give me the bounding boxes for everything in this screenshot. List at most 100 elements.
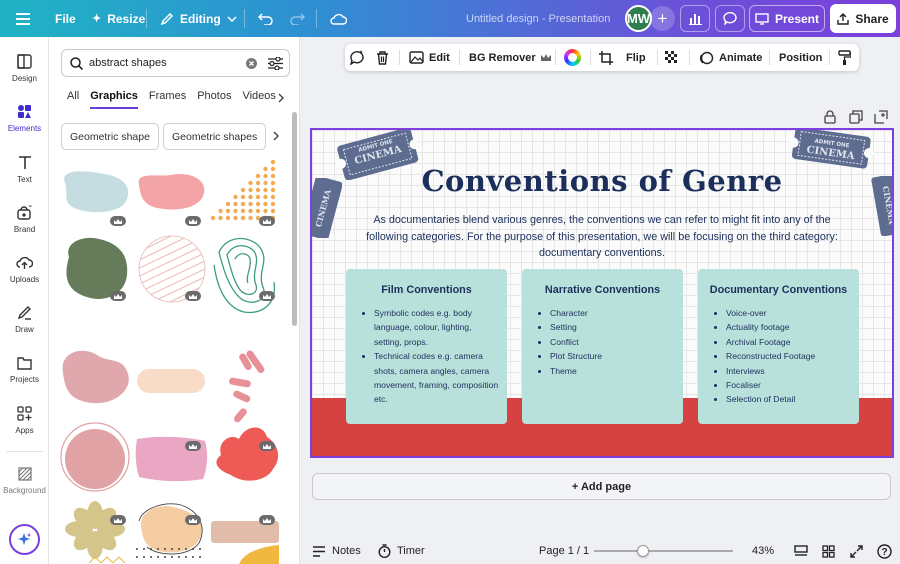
design-icon — [17, 54, 32, 69]
flip-button[interactable]: Flip — [626, 44, 646, 71]
graphic-peach-rounded[interactable] — [137, 369, 205, 393]
graphic-pink-strokes[interactable] — [228, 349, 265, 424]
edit-label: Edit — [429, 51, 450, 64]
premium-crown-icon — [259, 216, 275, 226]
duplicate-page-icon[interactable] — [849, 110, 863, 124]
tab-videos[interactable]: Videos — [242, 90, 275, 109]
present-label: Present — [774, 11, 820, 26]
insights-button[interactable] — [680, 5, 710, 32]
zoom-value[interactable]: 43% — [752, 538, 774, 564]
avatar[interactable]: MW — [625, 5, 652, 32]
color-button[interactable] — [564, 44, 581, 71]
present-icon — [755, 12, 769, 25]
add-page-icon[interactable] — [874, 110, 888, 124]
text-icon — [18, 156, 31, 169]
search-icon — [70, 56, 83, 70]
search-input[interactable]: abstract shapes — [89, 57, 167, 69]
chip-geometric-shapes[interactable]: Geometric shapes — [163, 123, 267, 150]
rail-brand[interactable]: Brand — [0, 205, 49, 234]
bg-remover-button[interactable]: BG Remover — [469, 44, 551, 71]
undo-button[interactable] — [258, 0, 273, 37]
rail-apps[interactable]: Apps — [0, 406, 49, 435]
notes-icon — [313, 545, 325, 557]
graphic-green-blob[interactable] — [66, 237, 128, 299]
crop-button[interactable] — [599, 44, 613, 71]
invite-button[interactable]: + — [650, 6, 675, 31]
graphic-pink-blob[interactable] — [138, 173, 205, 210]
document-title[interactable]: Untitled design - Presentation — [466, 0, 610, 37]
pencil-icon — [160, 12, 174, 25]
color-wheel-icon — [564, 49, 581, 66]
clear-icon[interactable] — [246, 57, 257, 69]
checkerboard-icon — [665, 51, 677, 63]
zoom-slider-handle[interactable] — [636, 545, 649, 557]
rail-text[interactable]: Text — [0, 155, 49, 184]
zoom-slider[interactable] — [594, 550, 733, 552]
slide-view-button[interactable] — [794, 538, 808, 564]
tab-graphics[interactable]: Graphics — [90, 90, 138, 109]
graphic-outlined-circle[interactable] — [60, 422, 130, 492]
share-label: Share — [855, 11, 889, 26]
tab-frames[interactable]: Frames — [149, 90, 186, 109]
cloud-save-status[interactable] — [330, 0, 347, 37]
editing-mode-button[interactable]: Editing — [160, 0, 237, 37]
graphic-striped-circle[interactable] — [129, 223, 209, 321]
draw-icon — [17, 306, 31, 320]
lock-icon[interactable] — [824, 110, 836, 124]
paint-roller-icon — [838, 50, 851, 65]
graphic-red-blob[interactable] — [216, 427, 279, 481]
menu-button[interactable] — [16, 0, 30, 37]
panel-scrollbar[interactable] — [292, 112, 297, 326]
chip-geometric-shape[interactable]: Geometric shape — [61, 123, 159, 150]
rail-draw-label: Draw — [15, 325, 34, 334]
rail-design-label: Design — [12, 74, 37, 83]
rail-uploads[interactable]: Uploads — [0, 255, 49, 284]
tab-photos[interactable]: Photos — [197, 90, 231, 109]
slide-selection-outline — [310, 128, 894, 458]
bg-remover-label: BG Remover — [469, 51, 536, 64]
help-button[interactable]: ? — [877, 538, 892, 564]
graphic-rose-blob[interactable] — [62, 350, 129, 404]
premium-crown-icon — [110, 216, 126, 226]
rail-design[interactable]: Design — [0, 54, 49, 83]
chips-next-icon[interactable] — [273, 131, 280, 141]
rail-projects[interactable]: Projects — [0, 356, 49, 384]
file-menu[interactable]: File — [55, 0, 76, 37]
tab-all[interactable]: All — [67, 90, 79, 109]
animate-label: Animate — [719, 51, 763, 64]
premium-crown-icon — [185, 216, 201, 226]
chevron-down-icon — [227, 15, 237, 22]
add-page-button[interactable]: + Add page — [312, 473, 891, 500]
edit-image-button[interactable]: Edit — [409, 44, 450, 71]
present-button[interactable]: Present — [749, 5, 825, 32]
timer-button[interactable]: Timer — [378, 538, 425, 564]
rail-draw[interactable]: Draw — [0, 305, 49, 334]
tabs-next-icon[interactable] — [278, 93, 285, 103]
filter-icon[interactable] — [268, 56, 283, 70]
animate-button[interactable]: Animate — [699, 44, 762, 71]
fullscreen-button[interactable] — [850, 538, 863, 564]
delete-button[interactable] — [376, 44, 389, 71]
notes-button[interactable]: Notes — [312, 538, 361, 564]
rail-background[interactable]: Background — [0, 467, 49, 495]
graphic-blue-blob[interactable] — [64, 171, 129, 213]
ai-edit-button[interactable] — [349, 44, 365, 71]
magic-assistant-button[interactable] — [9, 524, 40, 555]
slides-view-icon — [794, 545, 808, 556]
share-button[interactable]: Share — [830, 4, 896, 33]
background-icon — [17, 467, 32, 481]
rail-projects-label: Projects — [10, 375, 39, 384]
position-button[interactable]: Position — [779, 44, 822, 71]
graphic-orange-dots[interactable] — [210, 159, 276, 221]
redo-button[interactable] — [290, 0, 305, 37]
comments-button[interactable] — [715, 5, 745, 32]
search-box[interactable]: abstract shapes — [61, 49, 290, 77]
page-indicator[interactable]: Page 1 / 1 — [539, 538, 589, 564]
grid-view-button[interactable] — [822, 538, 835, 564]
graphic-green-topographic[interactable] — [213, 237, 276, 314]
rail-elements[interactable]: Elements — [0, 104, 49, 133]
rail-brand-label: Brand — [13, 225, 36, 234]
copy-style-button[interactable] — [838, 44, 851, 71]
resize-button[interactable]: ✦ Resize — [92, 0, 145, 37]
transparency-button[interactable] — [665, 44, 678, 71]
